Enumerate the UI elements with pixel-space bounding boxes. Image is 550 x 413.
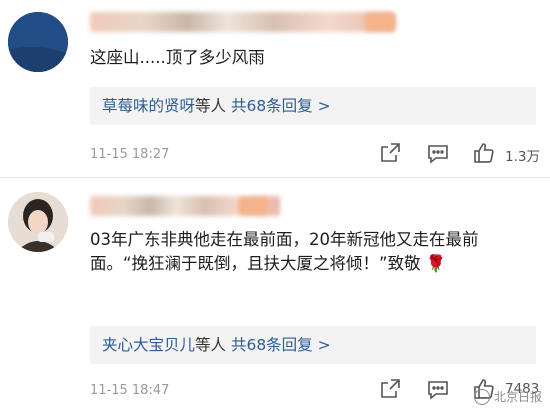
comment-text: 这座山.....顶了多少风雨 (90, 48, 265, 67)
comment-icon[interactable] (426, 141, 452, 167)
watermark-text: 北京日报 (493, 390, 542, 404)
user-badge (365, 13, 395, 31)
reply-users: 草莓味的贤呀 (102, 97, 196, 115)
comment-icon[interactable] (426, 377, 452, 403)
like-count: 1.3万 (505, 149, 540, 165)
comment-text: 03年广东非典他走在最前面，20年新冠他又走在最前面。“挽狂澜于既倒，且扶大厦之… (90, 230, 479, 273)
wechat-icon (473, 388, 490, 405)
reply-suffix: 等人 (195, 336, 231, 354)
user-badge (238, 197, 268, 215)
share-icon[interactable] (378, 141, 404, 167)
comment-time: 11-15 18:47 (90, 383, 170, 398)
replies-preview[interactable]: 草莓味的贤呀等人 共68条回复 > (90, 87, 536, 125)
reply-count: 共68条回复 > (230, 97, 331, 115)
comment-time: 11-15 18:27 (90, 147, 170, 162)
watermark: 北京日报 (473, 388, 542, 405)
replies-preview[interactable]: 夹心大宝贝儿等人 共68条回复 > (90, 326, 536, 364)
username[interactable] (90, 12, 395, 32)
reply-users: 夹心大宝贝儿 (102, 336, 196, 354)
reply-count: 共68条回复 > (230, 336, 331, 354)
like-icon[interactable] (472, 141, 498, 167)
comment-item: 这座山.....顶了多少风雨 草莓味的贤呀等人 共68条回复 > 11-15 1… (0, 0, 550, 178)
comment-item: 03年广东非典他走在最前面，20年新冠他又走在最前面。“挽狂澜于既倒，且扶大厦之… (0, 178, 550, 413)
avatar[interactable] (8, 12, 68, 72)
avatar[interactable] (8, 192, 68, 252)
comment-actions: 1.3万 (370, 141, 550, 167)
reply-suffix: 等人 (195, 97, 231, 115)
share-icon[interactable] (378, 377, 404, 403)
